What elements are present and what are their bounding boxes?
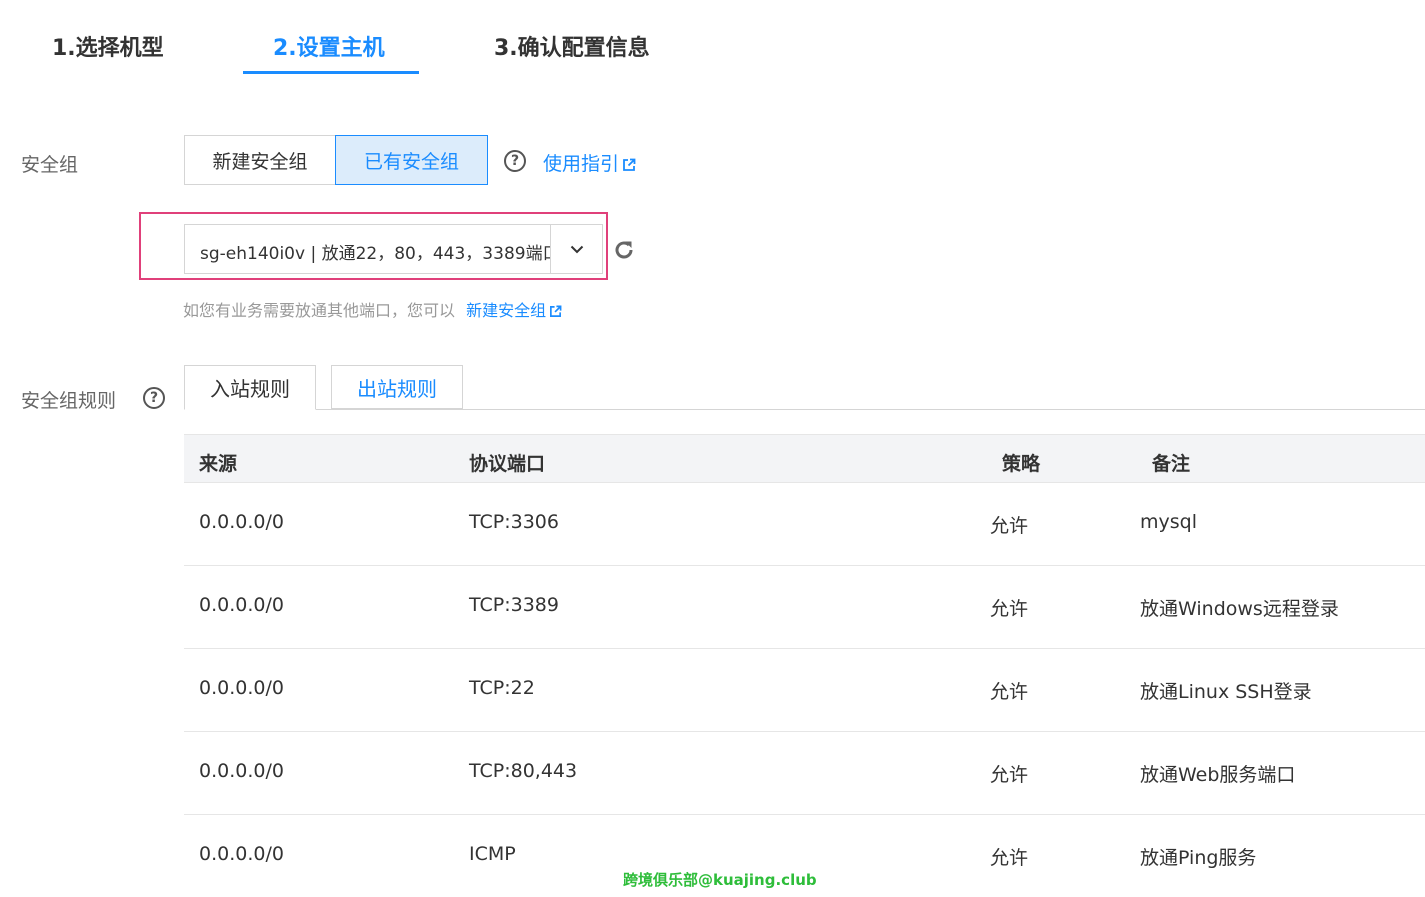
security-group-rules-label: 安全组规则 xyxy=(21,390,117,412)
help-icon[interactable]: ? xyxy=(504,150,526,172)
cell-note: 放通Linux SSH登录 xyxy=(1140,681,1312,703)
watermark: 跨境俱乐部@kuajing.club xyxy=(623,871,817,889)
cell-protocol-port: TCP:80,443 xyxy=(469,760,578,782)
cell-policy: 允许 xyxy=(990,598,1029,620)
step-tabs: 1.选择机型 2.设置主机 3.确认配置信息 xyxy=(0,0,1425,80)
chevron-down-icon[interactable] xyxy=(551,225,603,273)
cell-protocol-port: TCP:3389 xyxy=(469,594,559,616)
cell-source: 0.0.0.0/0 xyxy=(199,511,284,533)
step-confirm-config[interactable]: 3.确认配置信息 xyxy=(494,30,650,62)
hint-text: 如您有业务需要放通其他端口，您可以 新建安全组 xyxy=(183,297,562,321)
cell-source: 0.0.0.0/0 xyxy=(199,760,284,782)
hint-message: 如您有业务需要放通其他端口，您可以 xyxy=(183,301,456,320)
table-row: 0.0.0.0/0 TCP:3389 允许 放通Windows远程登录 xyxy=(184,566,1425,649)
cell-source: 0.0.0.0/0 xyxy=(199,843,284,865)
cell-note: 放通Ping服务 xyxy=(1140,847,1257,869)
cell-policy: 允许 xyxy=(990,515,1029,537)
usage-guide-link[interactable]: 使用指引 xyxy=(543,149,636,176)
cell-note: 放通Windows远程登录 xyxy=(1140,598,1339,620)
active-step-indicator xyxy=(243,71,419,74)
tab-outbound-rules[interactable]: 出站规则 xyxy=(331,365,463,409)
step-select-model[interactable]: 1.选择机型 xyxy=(52,30,164,62)
new-security-group-button[interactable]: 新建安全组 xyxy=(184,135,336,185)
cell-protocol-port: TCP:3306 xyxy=(469,511,559,533)
create-security-group-link[interactable]: 新建安全组 xyxy=(466,301,562,320)
table-header: 来源 协议端口 策略 备注 xyxy=(184,434,1425,483)
security-group-label: 安全组 xyxy=(21,154,79,176)
step-set-host[interactable]: 2.设置主机 xyxy=(273,30,385,62)
table-row: 0.0.0.0/0 TCP:22 允许 放通Linux SSH登录 xyxy=(184,649,1425,732)
external-link-icon xyxy=(550,305,562,317)
cell-policy: 允许 xyxy=(990,764,1029,786)
rules-help-icon[interactable]: ? xyxy=(143,387,165,409)
cell-policy: 允许 xyxy=(990,681,1029,703)
refresh-icon[interactable] xyxy=(612,238,636,262)
cell-source: 0.0.0.0/0 xyxy=(199,594,284,616)
cell-protocol-port: TCP:22 xyxy=(469,677,535,699)
tabs-divider xyxy=(184,409,1425,410)
existing-security-group-button[interactable]: 已有安全组 xyxy=(335,135,488,185)
rules-table: 来源 协议端口 策略 备注 0.0.0.0/0 TCP:3306 允许 mysq… xyxy=(184,434,1425,897)
create-security-group-label: 新建安全组 xyxy=(466,301,547,320)
usage-guide-label: 使用指引 xyxy=(543,153,620,175)
external-link-icon xyxy=(623,158,636,171)
tab-inbound-rules[interactable]: 入站规则 xyxy=(184,365,316,410)
security-group-select[interactable]: sg-eh140i0v | 放通22，80，443，3389端口 xyxy=(184,224,603,274)
table-row: 0.0.0.0/0 TCP:80,443 允许 放通Web服务端口 xyxy=(184,732,1425,815)
cell-protocol-port: ICMP xyxy=(469,843,516,865)
column-header-note: 备注 xyxy=(1152,453,1191,475)
column-header-source: 来源 xyxy=(199,453,238,475)
cell-source: 0.0.0.0/0 xyxy=(199,677,284,699)
column-header-policy: 策略 xyxy=(1002,453,1041,475)
cell-note: mysql xyxy=(1140,511,1197,533)
table-row: 0.0.0.0/0 TCP:3306 允许 mysql xyxy=(184,483,1425,566)
column-header-protocol-port: 协议端口 xyxy=(469,453,546,475)
cell-policy: 允许 xyxy=(990,847,1029,869)
security-group-select-value: sg-eh140i0v | 放通22，80，443，3389端口 xyxy=(200,244,550,264)
cell-note: 放通Web服务端口 xyxy=(1140,764,1296,786)
